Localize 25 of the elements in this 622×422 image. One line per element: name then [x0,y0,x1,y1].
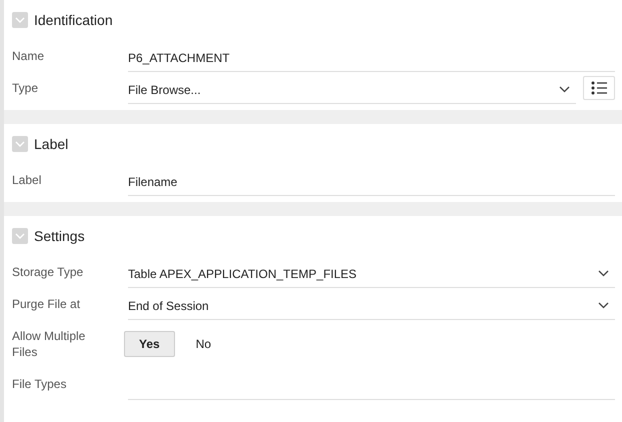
chevron-icon[interactable] [12,12,28,28]
section-title: Settings [34,228,85,244]
option-button[interactable]: No [180,331,226,357]
chevron-icon [598,302,609,309]
section-title: Label [34,136,68,152]
select-field[interactable]: File Browse... [128,76,576,104]
select-field[interactable]: End of Session [128,292,615,320]
field-label: File Types [12,376,68,392]
option-button[interactable]: Yes [124,331,175,357]
field-label: Allow Multiple Files [12,328,86,360]
field-label: Storage Type [12,264,84,280]
field-label: Name [12,48,46,64]
field-label: Type [12,80,40,96]
input-field[interactable]: Filename [128,168,615,196]
field-label: Label [12,172,42,188]
chevron-icon [598,270,609,277]
list-button[interactable] [583,76,615,100]
list-icon [591,81,607,95]
select-field[interactable]: Table APEX_APPLICATION_TEMP_FILES [128,260,615,288]
field-label: Purge File at [12,296,82,312]
chevron-icon[interactable] [12,136,28,152]
chevron-icon[interactable] [12,228,28,244]
chevron-icon [559,86,570,93]
input-field[interactable]: P6_ATTACHMENT [128,44,615,72]
section-title: Identification [34,12,113,28]
